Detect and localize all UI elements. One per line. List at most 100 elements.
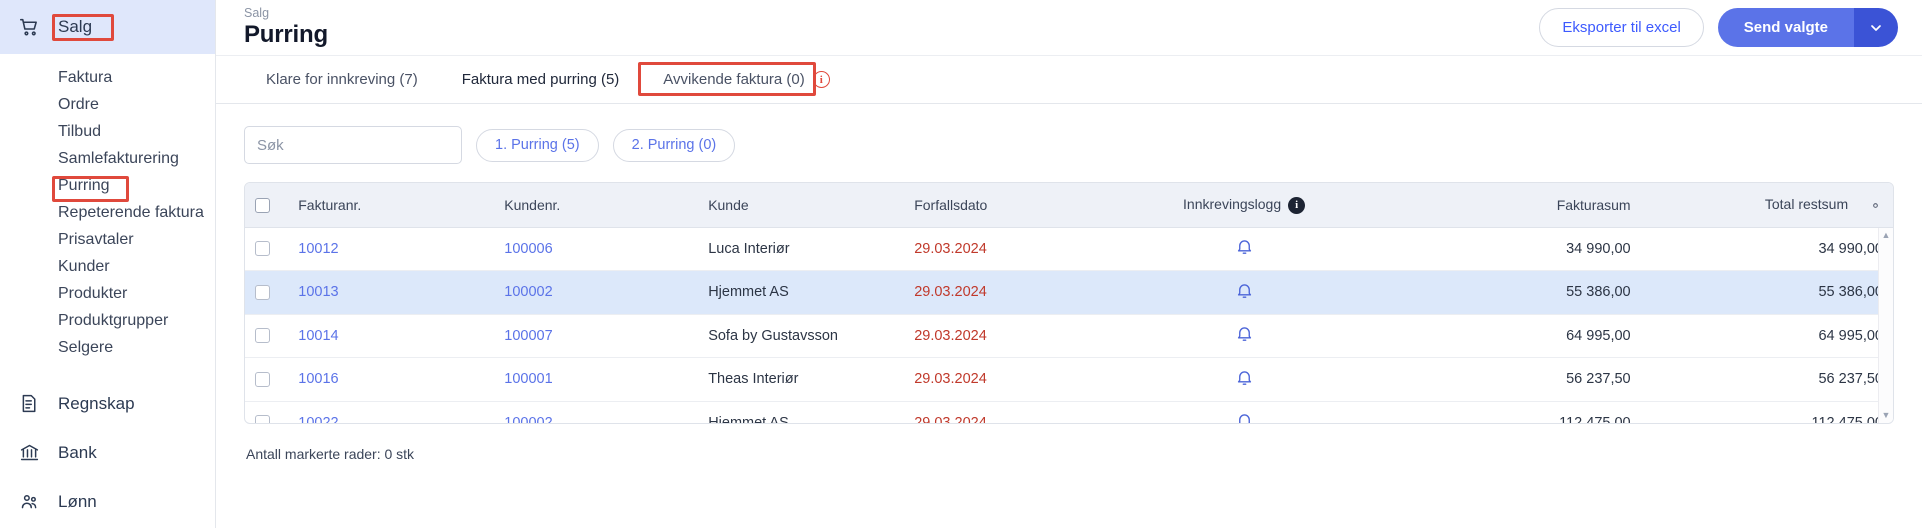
sidebar-item-bank[interactable]: Bank [0,428,215,477]
sidebar-item-label: Regnskap [58,394,135,414]
bell-icon[interactable] [1235,411,1254,424]
column-header-kunde[interactable]: Kunde [698,183,904,227]
row-select-cell [245,227,288,271]
info-icon[interactable]: i [813,71,830,88]
column-header-total-restsum[interactable]: Total restsum [1641,183,1893,227]
cell-total-restsum: 64 995,00 [1641,314,1893,358]
export-to-excel-button[interactable]: Eksporter til excel [1539,8,1703,47]
scroll-down-icon[interactable]: ▼ [1882,411,1891,420]
select-all-header [245,183,288,227]
gear-icon[interactable] [1868,198,1883,213]
breadcrumb-parent: Salg [244,6,328,21]
customer-number-link[interactable]: 100001 [504,371,552,387]
cell-kunde: Theas Interiør [698,358,904,402]
invoice-number-link[interactable]: 10013 [298,284,338,300]
sidebar-section-salg[interactable]: Salg [0,0,215,54]
column-header-innkrevingslogg-label: Innkrevingslogg [1183,196,1281,212]
row-checkbox[interactable] [255,285,270,300]
sidebar-item-kunder[interactable]: Kunder [0,253,215,280]
column-header-forfallsdato[interactable]: Forfallsdato [904,183,1095,227]
send-selected-split-button: Send valgte [1718,8,1898,47]
due-date: 29.03.2024 [914,415,987,424]
due-date: 29.03.2024 [914,371,987,387]
sidebar-item-prisavtaler[interactable]: Prisavtaler [0,226,215,253]
info-icon[interactable]: i [1288,197,1305,214]
invoice-table: Fakturanr. Kundenr. Kunde Forfallsdato I… [244,182,1894,424]
cell-fakturanr: 10014 [288,314,494,358]
row-checkbox[interactable] [255,241,270,256]
customer-number-link[interactable]: 100002 [504,284,552,300]
invoice-number-link[interactable]: 10014 [298,328,338,344]
sidebar-item-produktgrupper[interactable]: Produktgrupper [0,307,215,334]
chip-1-purring[interactable]: 1. Purring (5) [476,129,599,162]
tab-klare-for-innkreving[interactable]: Klare for innkreving (7) [244,56,440,103]
invoice-number-link[interactable]: 10012 [298,241,338,257]
due-date: 29.03.2024 [914,284,987,300]
top-bar: Salg Purring Eksporter til excel Send va… [216,0,1922,56]
sidebar-item-samlefakturering[interactable]: Samlefakturering [0,145,215,172]
table-row[interactable]: 10016 100001 Theas Interiør 29.03.2024 5… [245,358,1893,402]
cell-fakturasum: 34 990,00 [1393,227,1640,271]
table-row[interactable]: 10012 100006 Luca Interiør 29.03.2024 34… [245,227,1893,271]
bell-icon[interactable] [1235,281,1254,300]
column-header-total-restsum-label: Total restsum [1765,196,1848,212]
cell-kunde: Hjemmet AS [698,401,904,424]
table-vertical-scrollbar[interactable]: ▲ ▼ [1878,228,1893,423]
customer-number-link[interactable]: 100007 [504,328,552,344]
sidebar-item-label: Lønn [58,492,97,512]
bell-icon[interactable] [1235,237,1254,256]
sidebar-item-repeterende-faktura[interactable]: Repeterende faktura [0,199,215,226]
sidebar-item-faktura[interactable]: Faktura [0,64,215,91]
chip-2-purring[interactable]: 2. Purring (0) [613,129,736,162]
tab-avvikende-faktura[interactable]: Avvikende faktura (0) i [641,56,851,103]
cell-kundenr: 100001 [494,358,698,402]
cell-total-restsum: 56 237,50 [1641,358,1893,402]
bell-icon[interactable] [1235,368,1254,387]
sidebar-item-label: Produktgrupper [58,312,168,330]
invoice-number-link[interactable]: 10022 [298,415,338,424]
tab-faktura-med-purring[interactable]: Faktura med purring (5) [440,56,642,103]
sidebar-item-purring[interactable]: Purring [0,172,215,199]
top-bar-actions: Eksporter til excel Send valgte [1539,8,1898,47]
cell-innkrevingslogg [1095,358,1394,402]
sidebar-item-ordre[interactable]: Ordre [0,91,215,118]
due-date: 29.03.2024 [914,241,987,257]
sidebar-sub-list: Faktura Ordre Tilbud Samlefakturering Pu… [0,54,215,361]
sidebar-item-label: Samlefakturering [58,150,179,168]
column-header-fakturanr[interactable]: Fakturanr. [288,183,494,227]
row-checkbox[interactable] [255,372,270,387]
send-selected-button[interactable]: Send valgte [1718,8,1854,47]
sidebar-item-produkter[interactable]: Produkter [0,280,215,307]
column-header-fakturasum[interactable]: Fakturasum [1393,183,1640,227]
search-input[interactable] [245,127,462,163]
row-checkbox[interactable] [255,415,270,424]
sidebar-item-selgere[interactable]: Selgere [0,334,215,361]
table-row[interactable]: 10013 100002 Hjemmet AS 29.03.2024 55 38… [245,271,1893,315]
column-header-kundenr[interactable]: Kundenr. [494,183,698,227]
sidebar: Salg Faktura Ordre Tilbud Samlefaktureri… [0,0,216,528]
sidebar-nav-list: Regnskap Bank Lønn [0,361,215,526]
cell-forfallsdato: 29.03.2024 [904,314,1095,358]
select-all-checkbox[interactable] [255,198,270,213]
chevron-down-icon[interactable] [1854,8,1898,47]
sidebar-item-label: Faktura [58,69,112,87]
customer-number-link[interactable]: 100002 [504,415,552,424]
sidebar-item-lonn[interactable]: Lønn [0,477,215,526]
cell-forfallsdato: 29.03.2024 [904,358,1095,402]
sidebar-item-tilbud[interactable]: Tilbud [0,118,215,145]
column-header-innkrevingslogg[interactable]: Innkrevingslogg i [1095,183,1394,227]
sidebar-item-label: Kunder [58,258,110,276]
row-checkbox[interactable] [255,328,270,343]
cell-kundenr: 100002 [494,271,698,315]
invoice-number-link[interactable]: 10016 [298,371,338,387]
table-row[interactable]: 10014 100007 Sofa by Gustavsson 29.03.20… [245,314,1893,358]
table-row[interactable]: 10022 100002 Hjemmet AS 29.03.2024 112 4… [245,401,1893,424]
bell-icon[interactable] [1235,324,1254,343]
scroll-up-icon[interactable]: ▲ [1882,231,1891,240]
filter-bar: 1. Purring (5) 2. Purring (0) [244,126,1894,164]
document-icon [16,391,42,417]
page-title: Purring [244,21,328,49]
customer-number-link[interactable]: 100006 [504,241,552,257]
sidebar-item-regnskap[interactable]: Regnskap [0,379,215,428]
row-select-cell [245,271,288,315]
